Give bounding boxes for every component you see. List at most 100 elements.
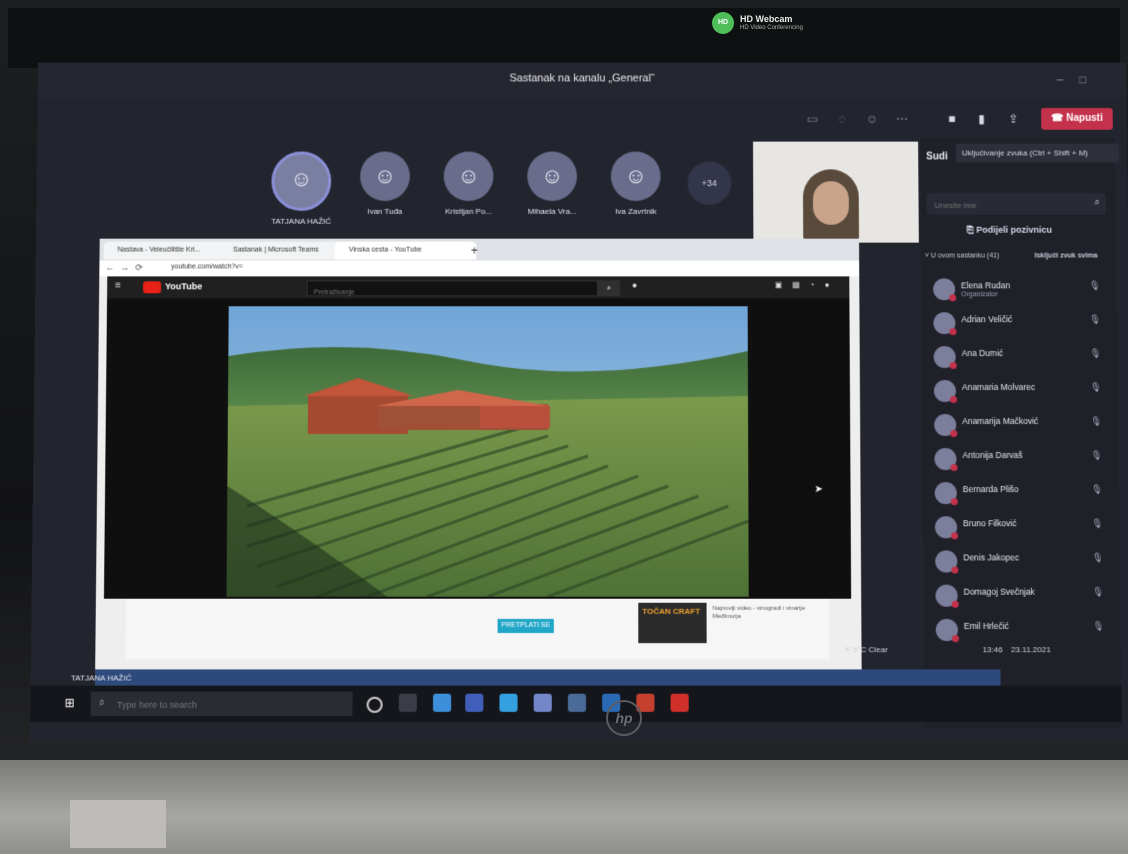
participant-row[interactable]: Bruno Filković 🎙 [923, 510, 1120, 544]
avatar: ☺ [360, 152, 410, 201]
search-icon: ⌕ [99, 697, 105, 710]
participant-row[interactable]: Elena Rudan Organizator 🎙 [921, 272, 1117, 306]
avatar: ☺ [444, 152, 494, 201]
browser-tab[interactable]: Sastanak | Microsoft Teams [219, 242, 345, 260]
avatar [933, 312, 955, 334]
mic-icon[interactable]: ▮ [972, 110, 992, 128]
recommended-video-thumbnail[interactable]: TOČAN CRAFT [638, 603, 706, 643]
windows-start-icon[interactable]: ⊞ [65, 696, 79, 710]
video-tile[interactable] [753, 142, 919, 243]
participant-avatar-tile[interactable]: ☺ Kristijan Po... [429, 152, 509, 216]
webcam-subtitle: HD Video Conferencing [740, 25, 803, 31]
browser-addressbar: ←→⟳ youtube.com/watch?v= [99, 261, 859, 277]
participant-avatar-tile[interactable]: ☺ Iva Zavrtnik [596, 152, 676, 216]
mic-off-icon[interactable]: 🎙 [1090, 348, 1102, 359]
subscribe-button[interactable]: PRETPLATI SE [498, 619, 554, 633]
share-invite-button[interactable]: ⎘ Podijeli pozivnicu [967, 225, 1053, 236]
mic-off-icon[interactable]: 🎙 [1092, 552, 1104, 563]
mic-off-icon[interactable]: 🎙 [1091, 416, 1103, 427]
avatar: ☺ [527, 152, 577, 201]
menu-icon[interactable]: ≡ [115, 280, 121, 291]
youtube-search-icon[interactable]: ⌕ [598, 280, 620, 296]
layout-icon[interactable]: ▭ [803, 110, 823, 128]
youtube-search[interactable] [307, 280, 598, 296]
reactions-icon[interactable]: ☺ [862, 110, 882, 128]
chat-icon[interactable]: ◌ [832, 110, 852, 128]
participant-row[interactable]: Bernarda Plišo 🎙 [923, 476, 1120, 510]
browser-tab[interactable]: Nastava - Veleučilište Kri... [103, 242, 229, 260]
avatar [934, 414, 956, 436]
participant-row[interactable]: Domagoj Svečnjak 🎙 [923, 579, 1120, 613]
clock-time[interactable]: 13:46 [983, 645, 1003, 654]
meeting-title: Sastanak na kanalu „General“ [38, 73, 1126, 85]
participant-row[interactable]: Denis Jakopec 🎙 [923, 544, 1120, 578]
camera-icon[interactable]: ■ [942, 110, 962, 128]
video-frame[interactable] [226, 306, 748, 596]
participant-row[interactable]: Emil Hrlečić 🎙 [924, 613, 1121, 647]
new-tab-button[interactable]: + [466, 243, 482, 259]
mic-off-icon[interactable]: 🎙 [1089, 280, 1101, 291]
participant-avatar-tile[interactable]: ☺ TATJANA HAŽIĆ [261, 152, 341, 226]
search-icon[interactable]: ⌕ [1094, 197, 1100, 208]
participant-list: Elena Rudan Organizator 🎙 Adrian Veličić 🎙 An… [921, 272, 1121, 647]
files-icon[interactable] [568, 694, 586, 712]
panel-header: Sudi [926, 152, 948, 163]
edge-icon[interactable] [433, 694, 451, 712]
shared-screen: Nastava - Veleučilište Kri... Sastanak |… [95, 239, 861, 670]
participant-row[interactable]: Anamaria Molvarec 🎙 [922, 374, 1118, 408]
meeting-toolbar: ▭ ◌ ☺ ⋯ ■ ▮ ⇪ ☎ Napusti [773, 106, 1121, 136]
participant-name: Domagoj Svečnjak [964, 587, 1035, 597]
youtube-header: ≡ YouTube ⌕ ● ▣▦◔● [107, 276, 849, 298]
app-icon[interactable] [534, 694, 552, 712]
windows-search-input[interactable] [91, 692, 381, 718]
leave-button[interactable]: ☎ Napusti [1041, 108, 1113, 130]
url-field[interactable]: youtube.com/watch?v= [171, 263, 243, 270]
mute-all-button[interactable]: Isključi zvuk svima [1035, 253, 1098, 260]
participant-name: Emil Hrlečić [964, 621, 1009, 631]
participant-row[interactable]: Ana Dumić 🎙 [922, 340, 1118, 374]
more-participants-count[interactable]: +34 [687, 161, 731, 205]
search-input[interactable] [932, 193, 1086, 217]
window-controls[interactable]: –□ [1057, 73, 1103, 87]
mic-off-icon[interactable]: 🎙 [1091, 450, 1103, 461]
browser-icon[interactable] [499, 694, 517, 712]
participant-row[interactable]: Anamarija Mačković 🎙 [922, 408, 1118, 442]
thumbnail-text: TOČAN CRAFT [642, 607, 700, 616]
avatar-name: TATJANA HAŽIĆ [261, 217, 341, 226]
weather-text[interactable]: 5°C Clear [853, 645, 888, 654]
mic-off-icon[interactable]: 🎙 [1093, 621, 1105, 632]
presenter-name-label: TATJANA HAŽIĆ [71, 673, 132, 682]
cortana-icon[interactable] [367, 697, 383, 713]
mic-off-icon[interactable]: 🎙 [1093, 587, 1105, 598]
acrobat-icon[interactable] [671, 694, 689, 712]
avatar [935, 482, 957, 504]
recommended-video-title[interactable]: Najnoviji video - vinogradi i vinarije M… [713, 605, 824, 621]
task-view-icon[interactable] [399, 694, 417, 712]
webcam-title: HD Webcam [740, 14, 792, 24]
teams-icon[interactable] [465, 694, 483, 712]
avatar [936, 619, 958, 641]
share-screen-icon[interactable]: ⇪ [1003, 110, 1023, 128]
mic-off-icon[interactable]: 🎙 [1091, 484, 1103, 495]
person-icon: ☺ [527, 152, 577, 201]
browser-tab[interactable]: Vinska cesta - YouTube [335, 242, 477, 260]
browser-nav-buttons[interactable]: ←→⟳ [105, 262, 149, 273]
system-tray: ☀ 5°C Clear 13:46 23.11.2021 [843, 645, 1125, 665]
clock-date[interactable]: 23.11.2021 [1011, 645, 1051, 654]
participant-avatar-tile[interactable]: ☺ Ivan Tuđa [345, 152, 425, 216]
mic-off-icon[interactable]: 🎙 [1092, 518, 1104, 529]
more-icon[interactable]: ⋯ [892, 110, 912, 128]
participant-row[interactable]: Adrian Veličić 🎙 [921, 306, 1117, 340]
participants-panel: Sudi Uključivanje zvuka (Ctrl + Shift + … [920, 138, 1122, 728]
mic-off-icon[interactable]: 🎙 [1090, 314, 1102, 325]
in-meeting-header[interactable]: ˅ U ovom sastanku (41) [925, 253, 999, 260]
voice-search-icon[interactable]: ● [632, 280, 637, 290]
windows-search-box[interactable]: ⌕ [91, 692, 353, 716]
participant-search[interactable]: ⌕ [926, 193, 1105, 215]
participant-row[interactable]: Antonija Darvaš 🎙 [922, 442, 1119, 476]
mic-off-icon[interactable]: 🎙 [1090, 382, 1102, 393]
youtube-header-icons[interactable]: ▣▦◔● [775, 280, 840, 289]
person-icon: ☺ [274, 154, 328, 207]
participant-avatar-tile[interactable]: ☺ Mihaela Vra... [512, 152, 592, 216]
vineyard-video-image [226, 306, 748, 596]
